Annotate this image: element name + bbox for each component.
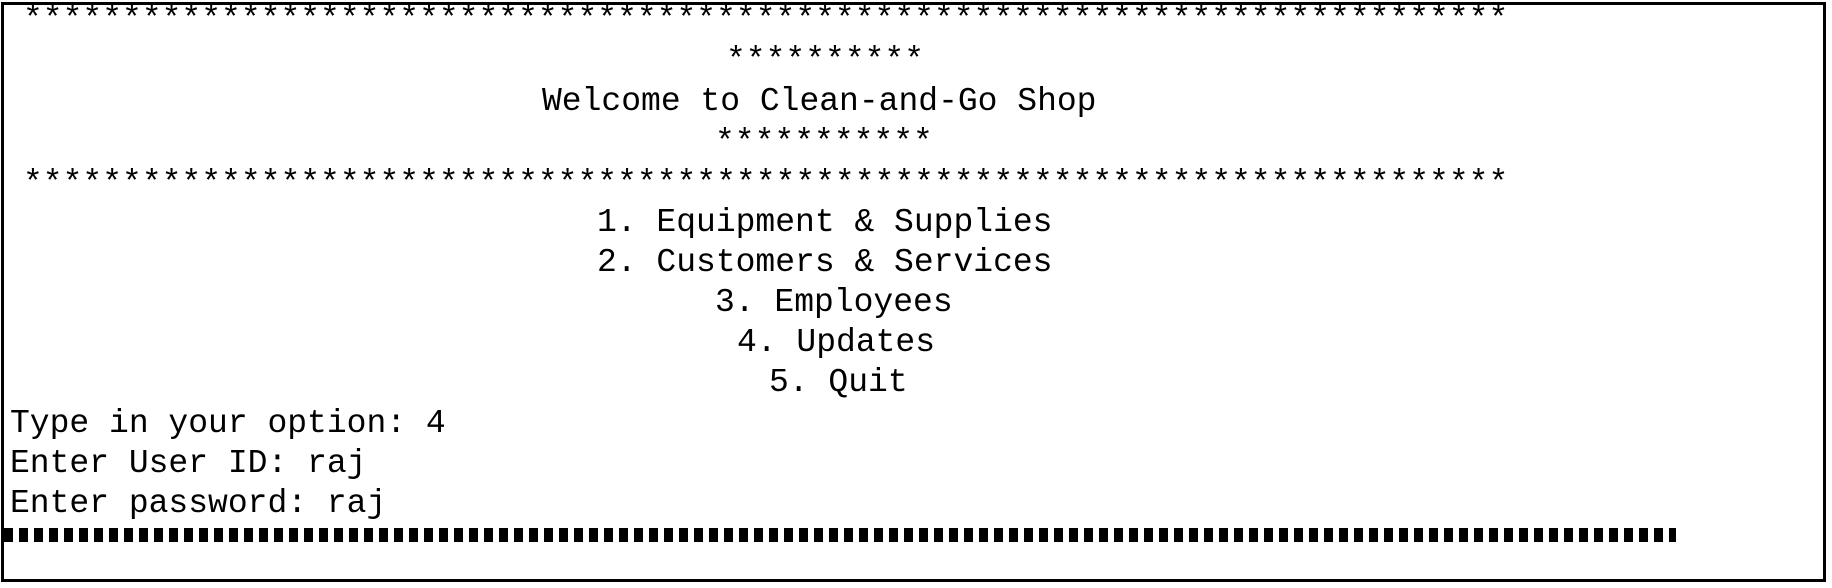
menu-item-customers: 2. Customers & Services <box>597 244 1053 281</box>
bottom-star-rule: ****************************************… <box>23 165 1509 202</box>
user-id-prompt-line: Enter User ID: raj <box>10 444 366 484</box>
password-prompt-label: Enter password: <box>10 485 327 522</box>
option-prompt-line: Type in your option: 4 <box>10 404 446 444</box>
terminal-window: ****************************************… <box>1 2 1826 582</box>
menu-item-equipment: 1. Equipment & Supplies <box>597 204 1053 241</box>
user-id-prompt-label: Enter User ID: <box>10 445 308 482</box>
small-star-rule-bottom: *********** <box>715 124 933 161</box>
menu-item-employees: 3. Employees <box>715 284 953 321</box>
shop-welcome-title: Welcome to Clean-and-Go Shop <box>542 83 1097 120</box>
password-prompt-line: Enter password: raj <box>10 484 386 524</box>
menu-item-quit: 5. Quit <box>769 364 908 401</box>
option-input[interactable]: 4 <box>426 405 446 442</box>
user-id-input[interactable]: raj <box>307 445 366 482</box>
small-star-rule-top: ********** <box>726 42 925 79</box>
option-prompt-label: Type in your option: <box>10 405 426 442</box>
menu-item-updates: 4. Updates <box>737 324 936 361</box>
top-star-rule: ****************************************… <box>23 2 1509 38</box>
password-input[interactable]: raj <box>327 485 386 522</box>
dotted-separator <box>4 528 1676 542</box>
